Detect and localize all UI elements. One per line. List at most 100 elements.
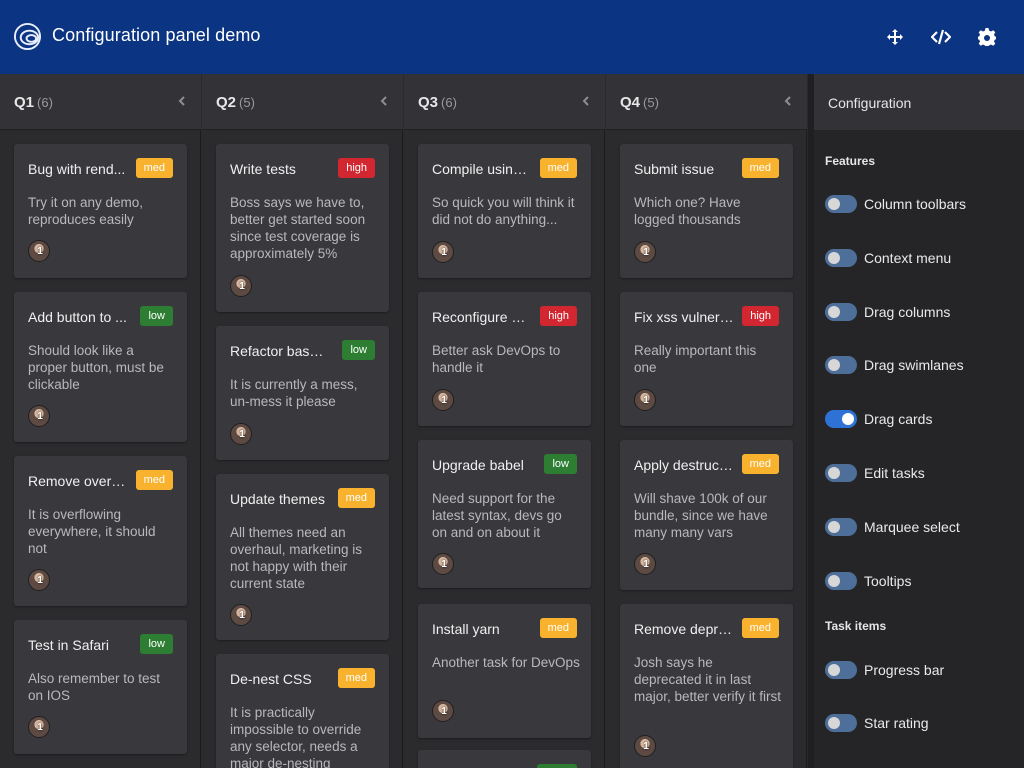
avatar: 1: [634, 735, 656, 757]
avatar: 1: [432, 389, 454, 411]
code-button[interactable]: [928, 24, 954, 50]
app-title: Configuration panel demo: [52, 25, 261, 45]
avatar: 1: [28, 240, 50, 262]
toggle-label: Tooltips: [864, 573, 912, 589]
task-card[interactable]: Fix xss vulnera... high Really important…: [620, 292, 793, 426]
app-header: Configuration panel demo: [0, 0, 1024, 74]
toggle-label: Star rating: [864, 715, 929, 731]
column-q3: Q3 (6) Compile using ... med So quick you…: [404, 74, 605, 768]
task-card[interactable]: Submit issue med Which one? Have logged …: [620, 144, 793, 278]
task-description: Try it on any demo, reproduces easily: [28, 195, 144, 227]
task-description: It is overflowing everywhere, it should …: [28, 507, 156, 556]
priority-badge: med: [741, 454, 779, 474]
task-board: Q1 (6) Bug with rend... med Try it on any…: [0, 74, 808, 768]
settings-gear-icon: [978, 28, 996, 46]
task-description: Boss says we have to, better get started…: [230, 195, 366, 261]
collapse-column-button[interactable]: [579, 94, 593, 108]
priority-badge: high: [540, 306, 577, 326]
task-name: Compile using ...: [432, 161, 532, 177]
collapse-column-button[interactable]: [175, 94, 189, 108]
priority-badge: med: [539, 618, 577, 638]
toggle-switch[interactable]: [825, 303, 857, 321]
logo-icon: [13, 22, 42, 51]
task-name: Reconfigure gr...: [432, 309, 532, 325]
column-count: (5): [643, 95, 659, 110]
avatar-count: 1: [441, 706, 447, 717]
toggle-context-menu[interactable]: Context menu: [825, 247, 1015, 269]
collapse-column-button[interactable]: [781, 94, 795, 108]
toggle-label: Column toolbars: [864, 196, 966, 212]
column-header: Q4 (5): [606, 74, 807, 130]
config-title: Configuration: [828, 95, 912, 111]
task-description: Also remember to test on IOS: [28, 671, 161, 703]
task-name: Apply destruct...: [634, 457, 734, 473]
priority-badge: med: [337, 488, 375, 508]
configuration-panel: Configuration Features Column toolbars C…: [814, 74, 1024, 768]
move-icon: [887, 29, 903, 45]
toggle-label: Marquee select: [864, 519, 960, 535]
priority-badge: med: [741, 158, 779, 178]
toggle-switch[interactable]: [825, 356, 857, 374]
toggle-drag-columns[interactable]: Drag columns: [825, 301, 1015, 323]
toggle-marquee-select[interactable]: Marquee select: [825, 516, 1015, 538]
avatar-count: 1: [441, 247, 447, 258]
avatar: 1: [230, 423, 252, 445]
task-card[interactable]: Remove depre... med Josh says he depreca…: [620, 604, 793, 768]
task-card[interactable]: Remove overfl... med It is overflowing e…: [14, 456, 187, 606]
toggle-label: Drag swimlanes: [864, 357, 964, 373]
toggle-progress-bar[interactable]: Progress bar: [825, 659, 1015, 681]
toggle-label: Drag cards: [864, 411, 933, 427]
task-name: Bug with rend...: [28, 161, 126, 177]
move-button[interactable]: [882, 24, 908, 50]
task-name: Fix xss vulnera...: [634, 309, 734, 325]
toggle-switch[interactable]: [825, 661, 857, 679]
task-description: It is practically impossible to override…: [230, 705, 362, 768]
toggle-drag-swimlanes[interactable]: Drag swimlanes: [825, 354, 1015, 376]
avatar-count: 1: [643, 741, 649, 752]
toggle-switch[interactable]: [825, 195, 857, 213]
task-name: Test in Safari: [28, 637, 109, 653]
toggle-tooltips[interactable]: Tooltips: [825, 570, 1015, 592]
task-card[interactable]: Write tests high Boss says we have to, b…: [216, 144, 389, 312]
toggle-switch[interactable]: [825, 518, 857, 536]
column-q1: Q1 (6) Bug with rend... med Try it on any…: [0, 74, 201, 768]
toggle-switch[interactable]: [825, 249, 857, 267]
task-name: Update themes: [230, 491, 325, 507]
toggle-edit-tasks[interactable]: Edit tasks: [825, 462, 1015, 484]
task-card[interactable]: Test in Safari low Also remember to test…: [14, 620, 187, 754]
avatar-count: 1: [239, 281, 245, 292]
toggle-switch[interactable]: [825, 464, 857, 482]
toggle-switch[interactable]: [825, 410, 857, 428]
collapse-column-button[interactable]: [377, 94, 391, 108]
task-card[interactable]: Reconfigure gr... high Better ask DevOps…: [418, 292, 591, 426]
avatar: 1: [28, 569, 50, 591]
task-card[interactable]: Apply destruct... med Will shave 100k of…: [620, 440, 793, 590]
task-card[interactable]: Refactor base ... low It is currently a …: [216, 326, 389, 460]
task-name: Upgrade babel: [432, 457, 524, 473]
column-q4: Q4 (5) Submit issue med Which one? Have l…: [606, 74, 807, 768]
toggle-star-rating[interactable]: Star rating: [825, 712, 1015, 734]
task-name: Submit issue: [634, 161, 715, 177]
toggle-drag-cards[interactable]: Drag cards: [825, 408, 1015, 430]
priority-badge: low: [140, 634, 173, 654]
task-card[interactable]: De-nest CSS med It is practically imposs…: [216, 654, 389, 768]
task-card[interactable]: Add button to ... low Should look like a…: [14, 292, 187, 442]
task-name: De-nest CSS: [230, 671, 312, 687]
task-name: Remove depre...: [634, 621, 734, 637]
avatar-count: 1: [643, 559, 649, 570]
column-header: Q3 (6): [404, 74, 605, 130]
toggle-column-toolbars[interactable]: Column toolbars: [825, 193, 1015, 215]
task-card[interactable]: Bug with rend... med Try it on any demo,…: [14, 144, 187, 278]
task-card[interactable]: [418, 750, 591, 768]
priority-badge: [537, 764, 577, 768]
avatar: 1: [432, 553, 454, 575]
toggle-switch[interactable]: [825, 714, 857, 732]
settings-button[interactable]: [974, 24, 1000, 50]
task-card[interactable]: Update themes med All themes need an ove…: [216, 474, 389, 640]
toggle-switch[interactable]: [825, 572, 857, 590]
task-description: Will shave 100k of our bundle, since we …: [634, 491, 768, 540]
task-card[interactable]: Install yarn med Another task for DevOps…: [418, 604, 591, 738]
task-card[interactable]: Compile using ... med So quick you will …: [418, 144, 591, 278]
task-card[interactable]: Upgrade babel low Need support for the l…: [418, 440, 591, 588]
priority-badge: high: [338, 158, 375, 178]
